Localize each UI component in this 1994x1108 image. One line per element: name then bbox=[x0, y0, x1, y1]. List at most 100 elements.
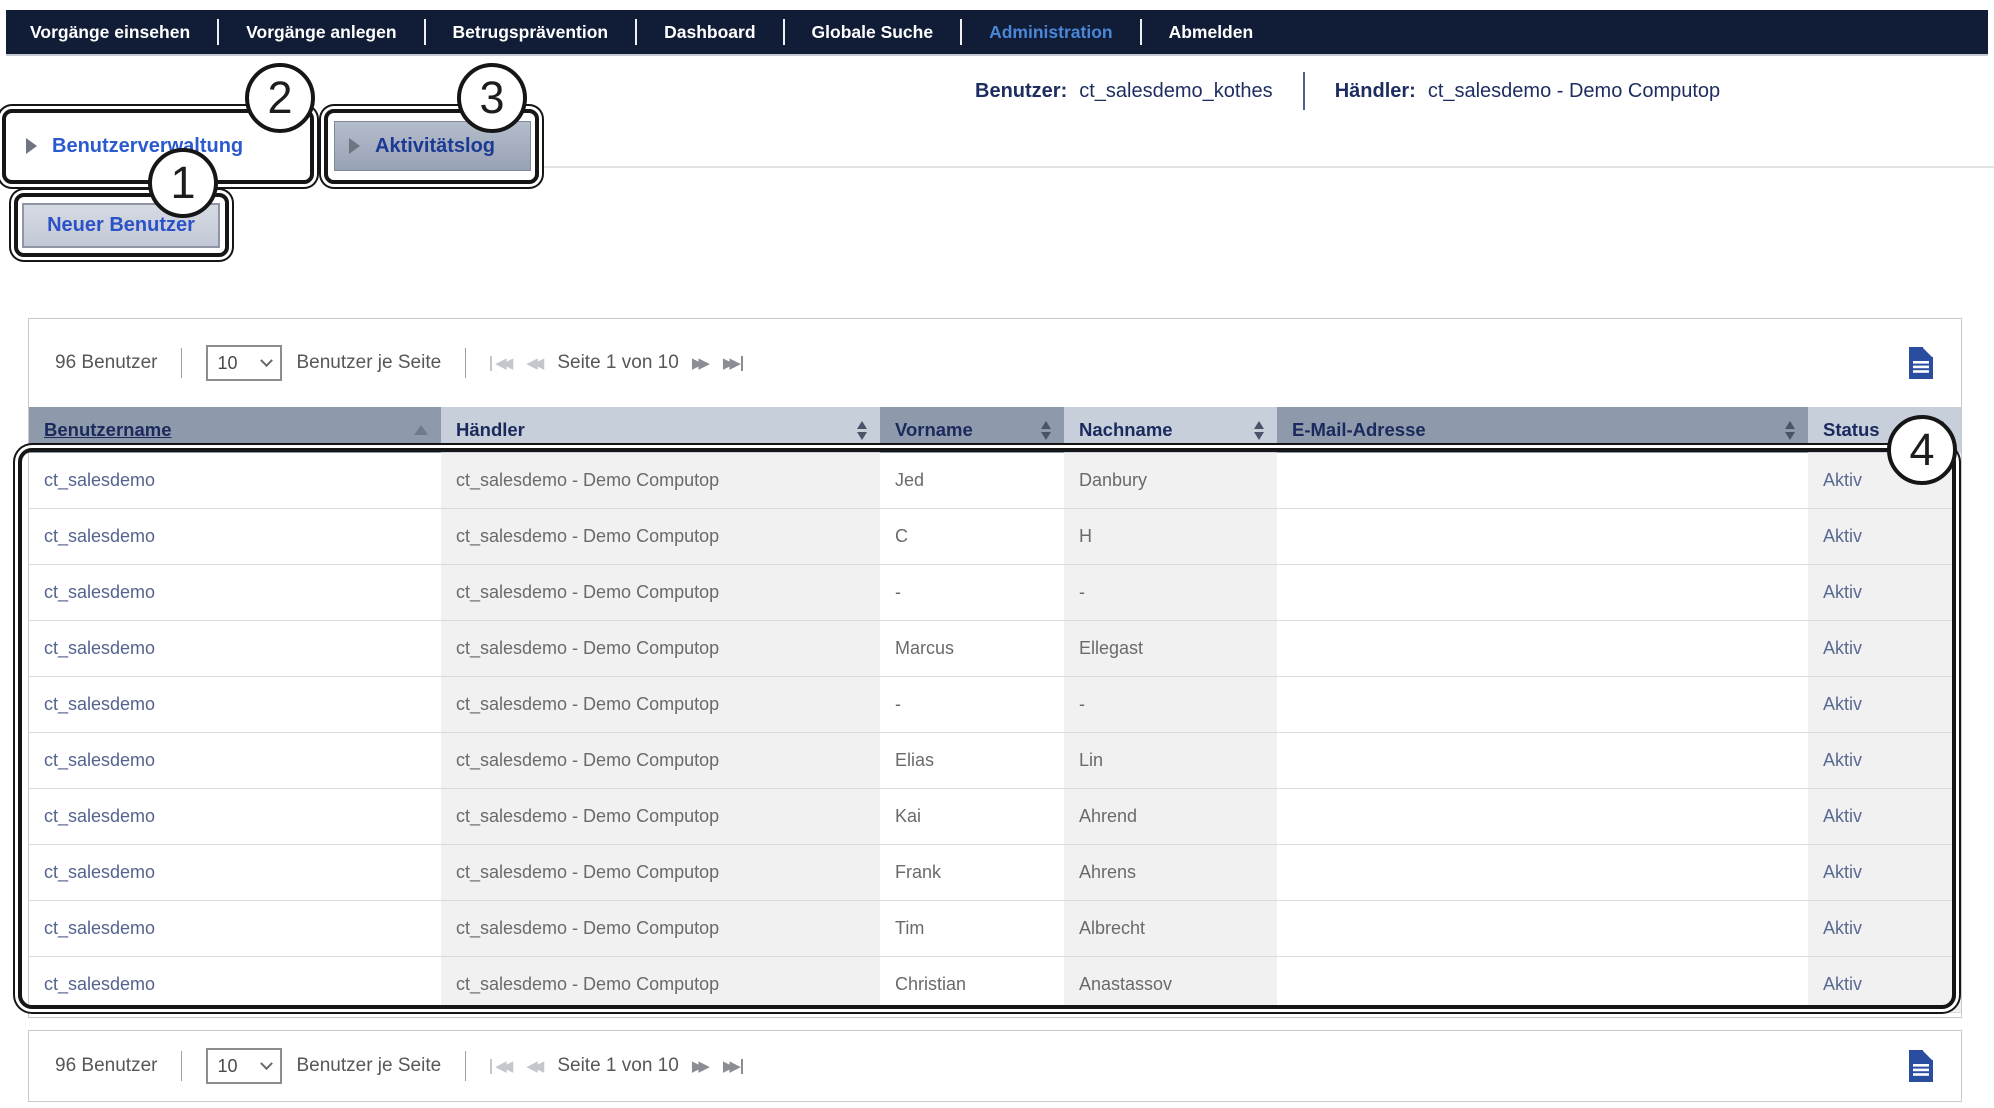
last-page-icon[interactable]: ▶▶ bbox=[723, 356, 743, 371]
table-cell: H bbox=[1064, 509, 1277, 564]
table-cell: Marcus bbox=[880, 621, 1064, 676]
table-row[interactable]: ct_salesdemoct_salesdemo - Demo Computop… bbox=[29, 453, 1961, 509]
next-page-icon[interactable]: ▶▶ bbox=[692, 356, 710, 371]
table-cell: ct_salesdemo - Demo Computop bbox=[441, 845, 880, 900]
export-document-icon[interactable] bbox=[1907, 1049, 1935, 1083]
table-cell[interactable]: ct_salesdemo bbox=[29, 901, 441, 956]
table-cell: Albrecht bbox=[1064, 901, 1277, 956]
table-cell: ct_salesdemo - Demo Computop bbox=[441, 957, 880, 1012]
triangle-right-icon bbox=[26, 138, 37, 154]
table-cell: Ahrend bbox=[1064, 789, 1277, 844]
table-cell: Aktiv bbox=[1808, 621, 1961, 676]
annotation-circle-2: 2 bbox=[245, 63, 315, 133]
table-row[interactable]: ct_salesdemoct_salesdemo - Demo Computop… bbox=[29, 957, 1961, 1013]
export-document-icon[interactable] bbox=[1907, 346, 1935, 380]
table-cell[interactable]: ct_salesdemo bbox=[29, 845, 441, 900]
page-size-select[interactable]: 10 bbox=[206, 345, 282, 381]
table-cell: Ahrens bbox=[1064, 845, 1277, 900]
nav-separator bbox=[960, 19, 962, 45]
table-cell: Anastassov bbox=[1064, 957, 1277, 1012]
table-cell[interactable]: ct_salesdemo bbox=[29, 453, 441, 508]
table-cell: - bbox=[1064, 677, 1277, 732]
table-cell: Christian bbox=[880, 957, 1064, 1012]
prev-page-icon[interactable]: ◀◀ bbox=[526, 356, 544, 371]
page-size-value: 10 bbox=[217, 1056, 237, 1077]
table-cell: Kai bbox=[880, 789, 1064, 844]
nav-item-vorgaenge-anlegen[interactable]: Vorgänge anlegen bbox=[246, 22, 396, 43]
table-cell: Ellegast bbox=[1064, 621, 1277, 676]
table-cell[interactable]: ct_salesdemo bbox=[29, 789, 441, 844]
table-row[interactable]: ct_salesdemoct_salesdemo - Demo Computop… bbox=[29, 789, 1961, 845]
table-cell[interactable]: ct_salesdemo bbox=[29, 621, 441, 676]
table-row[interactable]: ct_salesdemoct_salesdemo - Demo Computop… bbox=[29, 901, 1961, 957]
sort-both-icon bbox=[1254, 421, 1264, 440]
page-info: Seite 1 von 10 bbox=[557, 352, 678, 374]
table-cell: Aktiv bbox=[1808, 957, 1961, 1012]
page-size-value: 10 bbox=[217, 353, 237, 374]
table-row[interactable]: ct_salesdemoct_salesdemo - Demo Computop… bbox=[29, 845, 1961, 901]
chevron-down-icon bbox=[261, 354, 274, 367]
table-header-row: Benutzername Händler Vorname Nachname E-… bbox=[29, 407, 1961, 453]
last-page-icon[interactable]: ▶▶ bbox=[723, 1059, 743, 1074]
column-label: Benutzername bbox=[44, 419, 171, 441]
pagination-separator bbox=[465, 348, 466, 378]
table-row[interactable]: ct_salesdemoct_salesdemo - Demo Computop… bbox=[29, 733, 1961, 789]
table-cell: Lin bbox=[1064, 733, 1277, 788]
annotation-circle-4: 4 bbox=[1887, 415, 1957, 485]
column-label: Händler bbox=[456, 419, 525, 441]
result-count: 96 Benutzer bbox=[55, 352, 157, 374]
column-label: Vorname bbox=[895, 419, 973, 441]
table-row[interactable]: ct_salesdemoct_salesdemo - Demo Computop… bbox=[29, 677, 1961, 733]
table-body: ct_salesdemoct_salesdemo - Demo Computop… bbox=[29, 453, 1961, 1013]
nav-item-betrugspraevention[interactable]: Betrugsprävention bbox=[453, 22, 609, 43]
table-cell[interactable]: ct_salesdemo bbox=[29, 509, 441, 564]
column-label: Nachname bbox=[1079, 419, 1173, 441]
table-cell[interactable]: ct_salesdemo bbox=[29, 565, 441, 620]
nav-item-administration[interactable]: Administration bbox=[989, 22, 1112, 43]
table-cell[interactable]: ct_salesdemo bbox=[29, 677, 441, 732]
column-header-email[interactable]: E-Mail-Adresse bbox=[1277, 407, 1808, 453]
table-cell[interactable]: ct_salesdemo bbox=[29, 733, 441, 788]
table-cell: ct_salesdemo - Demo Computop bbox=[441, 621, 880, 676]
table-cell[interactable]: ct_salesdemo bbox=[29, 957, 441, 1012]
table-cell: Frank bbox=[880, 845, 1064, 900]
first-page-icon[interactable]: ◀◀ bbox=[490, 1059, 513, 1074]
per-page-label: Benutzer je Seite bbox=[296, 1055, 441, 1077]
table-row[interactable]: ct_salesdemoct_salesdemo - Demo Computop… bbox=[29, 565, 1961, 621]
column-header-vorname[interactable]: Vorname bbox=[880, 407, 1064, 453]
table-cell: ct_salesdemo - Demo Computop bbox=[441, 789, 880, 844]
merchant-value: ct_salesdemo - Demo Computop bbox=[1428, 80, 1720, 103]
table-cell: ct_salesdemo - Demo Computop bbox=[441, 733, 880, 788]
table-cell: Danbury bbox=[1064, 453, 1277, 508]
page-size-select[interactable]: 10 bbox=[206, 1048, 282, 1084]
tab-bar-underline bbox=[538, 166, 1994, 168]
nav-item-dashboard[interactable]: Dashboard bbox=[664, 22, 755, 43]
nav-item-vorgaenge-einsehen[interactable]: Vorgänge einsehen bbox=[30, 22, 190, 43]
column-header-nachname[interactable]: Nachname bbox=[1064, 407, 1277, 453]
table-cell: Tim bbox=[880, 901, 1064, 956]
table-cell: Aktiv bbox=[1808, 789, 1961, 844]
sort-asc-icon bbox=[414, 425, 428, 435]
next-page-icon[interactable]: ▶▶ bbox=[692, 1059, 710, 1074]
pagination-separator bbox=[465, 1051, 466, 1081]
column-header-benutzername[interactable]: Benutzername bbox=[29, 407, 441, 453]
table-cell: Aktiv bbox=[1808, 733, 1961, 788]
nav-item-globale-suche[interactable]: Globale Suche bbox=[812, 22, 934, 43]
table-cell: Aktiv bbox=[1808, 677, 1961, 732]
page-info: Seite 1 von 10 bbox=[557, 1055, 678, 1077]
nav-separator bbox=[783, 19, 785, 45]
table-row[interactable]: ct_salesdemoct_salesdemo - Demo Computop… bbox=[29, 621, 1961, 677]
prev-page-icon[interactable]: ◀◀ bbox=[526, 1059, 544, 1074]
column-header-haendler[interactable]: Händler bbox=[441, 407, 880, 453]
user-label: Benutzer: bbox=[975, 80, 1067, 103]
table-cell: Aktiv bbox=[1808, 509, 1961, 564]
table-row[interactable]: ct_salesdemoct_salesdemo - Demo Computop… bbox=[29, 509, 1961, 565]
table-cell bbox=[1277, 901, 1808, 956]
table-cell bbox=[1277, 733, 1808, 788]
tab-label: Benutzerverwaltung bbox=[52, 135, 243, 158]
nav-item-abmelden[interactable]: Abmelden bbox=[1169, 22, 1254, 43]
user-table-container: 96 Benutzer 10 Benutzer je Seite ◀◀ ◀◀ S… bbox=[28, 318, 1962, 1018]
table-cell: C bbox=[880, 509, 1064, 564]
first-page-icon[interactable]: ◀◀ bbox=[490, 356, 513, 371]
table-cell: ct_salesdemo - Demo Computop bbox=[441, 509, 880, 564]
